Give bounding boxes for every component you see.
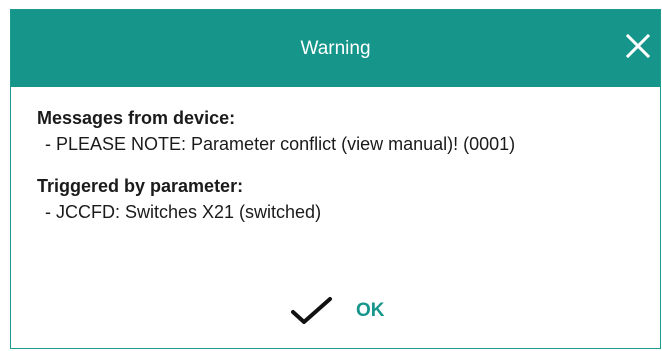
ok-button-label: OK [356,300,385,321]
ok-button[interactable]: OK [290,293,385,329]
messages-heading: Messages from device: [37,108,236,128]
close-icon [625,33,651,59]
close-button[interactable] [620,28,656,64]
dialog-title: Warning [300,38,371,59]
dialog-titlebar: Warning [11,10,660,87]
checkmark-icon [291,297,332,324]
triggered-section: Triggered by parameter: - JCCFD: Switche… [37,174,650,224]
messages-section: Messages from device: - PLEASE NOTE: Par… [37,106,650,156]
triggered-line: - JCCFD: Switches X21 (switched) [45,202,322,222]
dialog-body: Messages from device: - PLEASE NOTE: Par… [37,106,650,224]
message-line: - PLEASE NOTE: Parameter conflict (view … [45,134,516,154]
warning-dialog: Warning Messages from device: - PLEASE N… [10,9,661,349]
triggered-heading: Triggered by parameter: [37,176,244,196]
